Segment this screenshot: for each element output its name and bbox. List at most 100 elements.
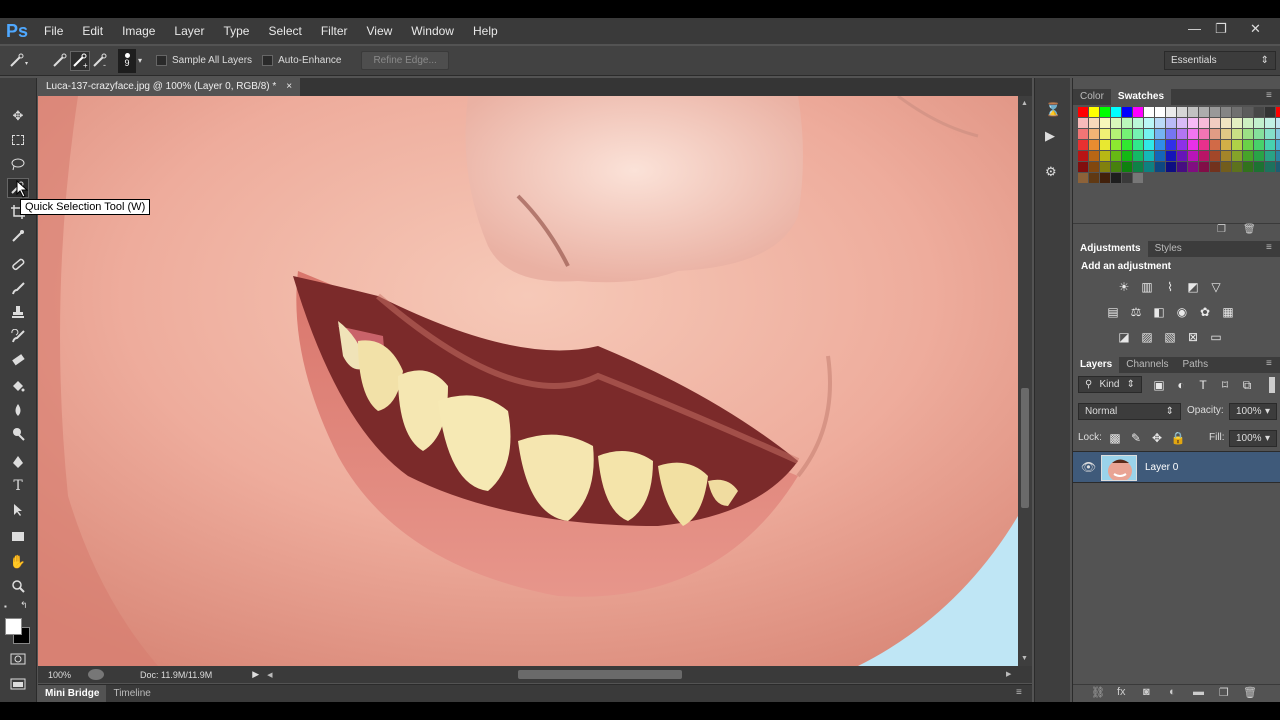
color-swatch[interactable] xyxy=(1166,118,1176,128)
color-swatch[interactable] xyxy=(1232,118,1242,128)
color-swatch[interactable] xyxy=(1232,151,1242,161)
color-swatch[interactable] xyxy=(1078,162,1088,172)
workspace-dropdown[interactable]: Essentials ⇕ xyxy=(1164,51,1276,70)
path-selection-tool[interactable] xyxy=(7,500,29,520)
tab-timeline[interactable]: Timeline xyxy=(106,688,157,699)
actions-play-icon[interactable]: ▶ xyxy=(1045,128,1063,146)
color-swatch[interactable] xyxy=(1155,162,1165,172)
tab-channels[interactable]: Channels xyxy=(1119,357,1175,373)
color-swatch[interactable] xyxy=(1100,140,1110,150)
status-info-icon[interactable] xyxy=(88,669,104,680)
hue-saturation-icon[interactable]: ▤ xyxy=(1105,304,1121,320)
color-swatch[interactable] xyxy=(1276,140,1280,150)
opacity-field[interactable]: 100% ▾ xyxy=(1229,403,1277,420)
scroll-down-icon[interactable]: ▼ xyxy=(1021,655,1028,662)
panel-menu-icon[interactable]: ≡ xyxy=(1266,90,1272,101)
screen-mode-button[interactable] xyxy=(7,674,29,694)
color-swatch[interactable] xyxy=(1199,118,1209,128)
tab-adjustments[interactable]: Adjustments xyxy=(1073,241,1148,257)
menu-filter[interactable]: Filter xyxy=(321,24,348,38)
document-tab[interactable]: Luca-137-crazyface.jpg @ 100% (Layer 0, … xyxy=(38,78,301,96)
color-swatch[interactable] xyxy=(1265,118,1275,128)
color-swatch[interactable] xyxy=(1243,118,1253,128)
black-white-icon[interactable]: ◧ xyxy=(1151,304,1167,320)
color-swatch[interactable] xyxy=(1276,107,1280,117)
checkbox-box[interactable] xyxy=(156,55,168,66)
new-selection-icon[interactable] xyxy=(50,51,70,71)
status-menu-arrow-icon[interactable]: ▶ xyxy=(252,669,259,680)
color-swatch[interactable] xyxy=(1221,129,1231,139)
color-swatch[interactable] xyxy=(1276,129,1280,139)
color-swatch[interactable] xyxy=(1243,140,1253,150)
gradient-map-icon[interactable]: ▭ xyxy=(1208,329,1224,345)
color-swatch[interactable] xyxy=(1199,107,1209,117)
color-swatch[interactable] xyxy=(1265,162,1275,172)
color-swatch[interactable] xyxy=(1188,140,1198,150)
color-swatch[interactable] xyxy=(1144,140,1154,150)
delete-layer-icon[interactable]: 🗑 xyxy=(1243,686,1257,699)
paint-bucket-tool[interactable] xyxy=(7,376,29,396)
filter-toggle[interactable] xyxy=(1269,377,1275,393)
color-swatch[interactable] xyxy=(1122,173,1132,183)
color-swatch[interactable] xyxy=(1122,118,1132,128)
menu-layer[interactable]: Layer xyxy=(174,24,204,38)
filter-shape-icon[interactable]: ⌑ xyxy=(1217,377,1233,393)
dodge-tool[interactable] xyxy=(7,424,29,444)
scroll-up-icon[interactable]: ▲ xyxy=(1021,100,1028,107)
blend-mode-dropdown[interactable]: Normal ⇕ xyxy=(1078,403,1181,420)
photo-filter-icon[interactable]: ◉ xyxy=(1174,304,1190,320)
vibrance-icon[interactable]: ▽ xyxy=(1208,279,1224,295)
color-swatch[interactable] xyxy=(1144,118,1154,128)
tab-swatches[interactable]: Swatches xyxy=(1110,89,1172,105)
foreground-color-swatch[interactable] xyxy=(5,618,22,635)
color-swatch[interactable] xyxy=(1133,162,1143,172)
color-swatch[interactable] xyxy=(1243,129,1253,139)
lasso-tool[interactable] xyxy=(7,154,29,174)
color-swatch[interactable] xyxy=(1078,151,1088,161)
color-swatch[interactable] xyxy=(1133,107,1143,117)
color-swatch[interactable] xyxy=(1177,140,1187,150)
move-tool[interactable]: ✥ xyxy=(7,106,29,126)
color-swatch[interactable] xyxy=(1100,162,1110,172)
color-swatch[interactable] xyxy=(1155,118,1165,128)
selective-color-icon[interactable]: ⊠ xyxy=(1185,329,1201,345)
color-swatch[interactable] xyxy=(1122,129,1132,139)
quick-mask-button[interactable] xyxy=(7,649,29,669)
clone-stamp-tool[interactable] xyxy=(7,302,29,322)
color-swatch[interactable] xyxy=(1133,129,1143,139)
checkbox-box[interactable] xyxy=(262,55,274,66)
color-swatch[interactable] xyxy=(1199,162,1209,172)
close-button[interactable]: ✕ xyxy=(1250,21,1261,37)
color-swatch[interactable] xyxy=(1100,151,1110,161)
color-swatch[interactable] xyxy=(1210,107,1220,117)
color-swatch[interactable] xyxy=(1100,118,1110,128)
color-swatch[interactable] xyxy=(1111,162,1121,172)
color-swatch[interactable] xyxy=(1166,129,1176,139)
color-swatch[interactable] xyxy=(1254,162,1264,172)
lock-image-icon[interactable]: ✎ xyxy=(1128,430,1144,446)
properties-icon[interactable]: ⚙ xyxy=(1045,164,1063,182)
menu-type[interactable]: Type xyxy=(223,24,249,38)
color-swatch[interactable] xyxy=(1089,162,1099,172)
rectangle-tool[interactable] xyxy=(7,526,29,546)
close-tab-icon[interactable]: × xyxy=(286,81,292,93)
color-swatch[interactable] xyxy=(1210,129,1220,139)
tab-mini-bridge[interactable]: Mini Bridge xyxy=(38,684,107,703)
blur-tool[interactable] xyxy=(7,400,29,420)
new-adjustment-icon[interactable]: ◐ xyxy=(1169,686,1176,698)
color-swatch[interactable] xyxy=(1199,129,1209,139)
color-swatch[interactable] xyxy=(1265,140,1275,150)
menu-window[interactable]: Window xyxy=(411,24,454,38)
vertical-scroll-thumb[interactable] xyxy=(1021,388,1029,508)
invert-icon[interactable]: ◪ xyxy=(1116,329,1132,345)
color-swatch[interactable] xyxy=(1111,173,1121,183)
color-swatch[interactable] xyxy=(1122,140,1132,150)
color-lookup-icon[interactable]: ▦ xyxy=(1220,304,1236,320)
color-swatch[interactable] xyxy=(1232,129,1242,139)
color-swatch[interactable] xyxy=(1177,162,1187,172)
color-swatch[interactable] xyxy=(1188,151,1198,161)
type-tool[interactable]: T xyxy=(7,476,29,496)
add-mask-icon[interactable]: ◙ xyxy=(1143,686,1150,698)
color-swatch[interactable] xyxy=(1254,107,1264,117)
color-swatch[interactable] xyxy=(1210,140,1220,150)
